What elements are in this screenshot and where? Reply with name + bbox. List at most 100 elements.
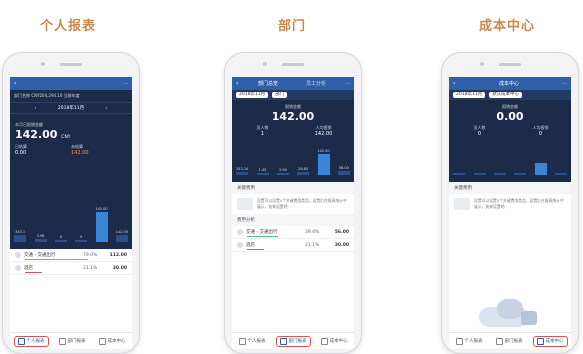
chart-bar[interactable] [317,154,330,175]
chart-bar[interactable] [14,234,27,242]
prev-month-icon[interactable]: ‹ [35,106,37,111]
chart-bar[interactable] [276,173,289,175]
phone-department: ‹ 部门总览 员工分析 ··· 2018年11月 部门 报销金额 142.00 … [224,52,362,354]
summary-panel: 报销金额 142.00 员人数 1 人均报销 142.00 343.10 1.45… [232,100,354,182]
tab-department-report[interactable]: 部门报表 [56,337,89,346]
category-amount: 30.00 [334,242,349,248]
back-icon[interactable]: ‹ [236,80,244,87]
tab-department-report[interactable]: 部门报表 [275,335,311,347]
notice-text: 设置可以设置4个关键费用类型，设置后在报表统计中展示，快来设置吧 [257,198,347,209]
camera-icon [263,62,267,66]
back-icon[interactable]: ‹ [453,80,461,87]
bar-value-label: 8 [59,235,62,239]
key-expense-notice[interactable]: 设置可以设置4个关键费用类型，设置后在报表统计中展示，快来设置吧 [232,194,354,214]
headcount-value: 1 [260,131,265,137]
chart-bar[interactable] [297,172,310,175]
chart-bar[interactable] [453,173,466,175]
bottom-tabbar: 个人报表 部门报表 成本中心 [232,332,354,349]
chart-bar[interactable] [493,173,506,175]
screen-personal: ‹ ··· 部门名称 CNY204,294.10 当前年度 ‹ 2018年11月… [10,77,132,349]
summary-panel: ‹ ··· 部门名称 CNY204,294.10 当前年度 ‹ 2018年11月… [10,77,132,249]
chart-bar[interactable] [473,173,486,175]
tab-label: 部门报表 [288,339,307,344]
bottom-tabbar: 个人报表 部门报表 成本中心 [449,332,571,349]
month-select[interactable]: 2018年11月 [236,92,269,98]
chart-bar[interactable] [256,173,269,175]
speaker-grille [282,63,304,66]
tab-label: 个人报表 [464,339,483,344]
cost-center-select[interactable]: 默认成本中心 [489,92,523,98]
tab-employee-analysis[interactable]: 员工分析 [292,80,340,87]
month-select[interactable]: 2018年11月 [453,92,486,98]
tab-personal-report[interactable]: 个人报表 [13,335,49,347]
chart-bar[interactable] [554,173,567,175]
next-month-icon[interactable]: › [106,106,108,111]
more-icon[interactable]: ··· [340,81,350,87]
expense-row[interactable]: 交通 - 交通出行 39.4% 56.00 [232,226,354,239]
headcount-value: 0 [477,131,482,137]
bar-value-label: 9 [80,235,83,239]
report-icon [320,337,328,345]
category-name: 酒店 [24,266,33,271]
share-bar [247,249,264,250]
bar-value-label: 343.10 [236,166,249,171]
tab-cost-center[interactable]: 成本中心 [96,337,129,346]
dept-select[interactable]: 部门 [272,92,288,98]
report-icon [58,337,66,345]
chart-bar[interactable] [337,171,350,175]
chart-bar[interactable] [34,239,47,242]
month-selector[interactable]: ‹ 2018年11月 › [10,102,132,114]
chart-bar[interactable] [514,173,527,175]
expense-row[interactable]: 酒店 21.1% 30.00 [232,239,354,252]
headcount-label: 员人数 [473,125,486,130]
more-icon[interactable]: ··· [118,81,128,87]
more-icon[interactable]: ··· [557,81,567,87]
expense-row[interactable]: 酒店 21.1% 30.00 [10,262,132,275]
month-label: 2018年11月 [57,106,85,111]
per-capita-label: 人均报销 [315,125,332,130]
heading-personal-report: 个人报表 [39,19,97,34]
tab-department-report[interactable]: 部门报表 [493,337,526,346]
tab-cost-center[interactable]: 成本中心 [318,337,351,346]
chart-bar[interactable] [534,162,547,175]
chart-bar[interactable] [54,240,67,242]
category-amount: 56.00 [334,229,349,235]
category-icon [237,229,243,235]
key-expense-notice[interactable]: 设置可以设置4个关键费用类型，设置后在报表统计中展示，快来设置吧 [449,194,571,214]
share-bar [247,236,279,237]
amount-value: 142.00 [271,110,315,123]
department-bar-chart: 343.10 1.45 3.96 26.60 142.00 56.00 [232,148,354,182]
amount-label: 报销金额 [285,104,301,109]
bar-value-label: 343.1 [15,229,26,234]
filter-bar: 2018年11月 默认成本中心 [449,90,571,100]
tab-label: 成本中心 [107,339,126,344]
titlebar: ‹ ··· [10,77,132,90]
back-icon[interactable]: ‹ [14,80,22,87]
chart-bar[interactable] [75,240,88,242]
screen-cost-center: ‹ 成本中心 ··· 2018年11月 默认成本中心 报销金额 0.00 员人数… [449,77,571,349]
chart-bar[interactable] [95,211,108,242]
category-percent: 79.0% [83,252,98,258]
per-capita-value: 0 [538,131,543,137]
bar-value-label: 3.96 [36,234,45,239]
tab-personal-report[interactable]: 个人报表 [236,337,269,346]
per-capita-label: 人均报销 [532,125,549,130]
bar-value-label: 26.60 [298,167,309,172]
chart-bar[interactable] [115,234,128,242]
category-amount: 112.00 [109,252,127,258]
notice-illustration [237,198,253,210]
category-name: 交通 - 交通出行 [246,230,278,235]
cum-label: 本月已报销金额 [15,122,43,127]
filter-bar: 2018年11月 部门 [232,90,354,100]
bar-value-label: 142.00 [317,149,330,154]
amount-value: 0.00 [496,110,524,123]
tab-personal-report[interactable]: 个人报表 [453,337,486,346]
chart-bar[interactable] [236,171,249,175]
screen-department: ‹ 部门总览 员工分析 ··· 2018年11月 部门 报销金额 142.00 … [232,77,354,349]
tab-cost-center[interactable]: 成本中心 [532,335,568,347]
category-percent: 21.1% [83,265,98,271]
unsettled-label: 未结算 [71,144,83,149]
expense-row[interactable]: 交通 - 交通出行 79.0% 112.00 [10,249,132,262]
expense-list: 交通 - 交通出行 39.4% 56.00 酒店 21.1% 30.00 [232,226,354,252]
tab-overview[interactable]: 部门总览 [244,80,292,87]
